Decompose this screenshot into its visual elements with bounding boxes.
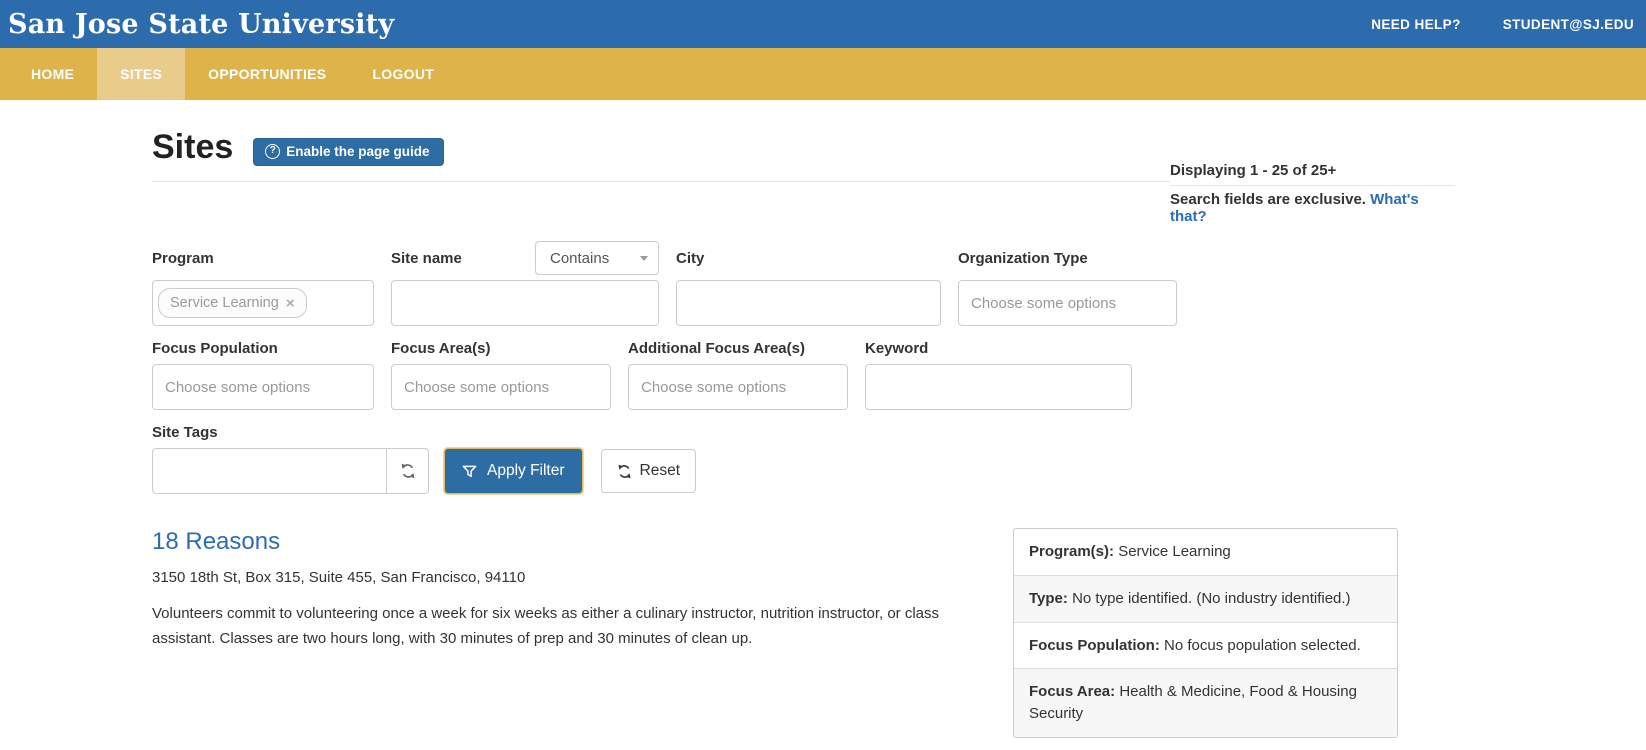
site-detail-card: Program(s): Service Learning Type: No ty… — [1013, 528, 1398, 738]
detail-label: Focus Area: — [1029, 683, 1115, 700]
page-title: Sites — [152, 128, 233, 167]
detail-row-programs: Program(s): Service Learning — [1014, 529, 1397, 575]
title-divider — [152, 181, 1170, 182]
reset-label: Reset — [640, 462, 681, 480]
site-filter-form: Program Service Learning × Site name Con… — [152, 241, 1455, 494]
focus-areas-multiselect[interactable]: Choose some options — [391, 364, 611, 410]
detail-row-focus-population: Focus Population: No focus population se… — [1014, 622, 1397, 669]
detail-value: No focus population selected. — [1164, 637, 1361, 654]
results-list: 18 Reasons 3150 18th St, Box 315, Suite … — [152, 528, 1455, 738]
nav-item-logout[interactable]: LOGOUT — [349, 48, 457, 100]
detail-value: No type identified. (No industry identif… — [1072, 590, 1350, 607]
site-tags-label: Site Tags — [152, 424, 1455, 441]
reset-button[interactable]: Reset — [601, 449, 697, 493]
need-help-link[interactable]: NEED HELP? — [1371, 17, 1461, 32]
program-label: Program — [152, 250, 214, 267]
nav-item-opportunities[interactable]: OPPORTUNITIES — [185, 48, 349, 100]
result-item: 18 Reasons 3150 18th St, Box 315, Suite … — [152, 528, 1013, 738]
remove-tag-icon[interactable]: × — [286, 296, 295, 311]
program-tag: Service Learning × — [158, 288, 307, 318]
account-email-link[interactable]: STUDENT@SJ.EDU — [1503, 17, 1634, 32]
site-name-match-select[interactable]: Contains — [535, 241, 659, 275]
detail-label: Type: — [1029, 590, 1068, 607]
enable-page-guide-button[interactable]: ? Enable the page guide — [253, 138, 443, 166]
filter-funnel-icon — [462, 464, 477, 479]
top-header-bar: San Jose State University NEED HELP? STU… — [0, 0, 1646, 48]
additional-focus-areas-multiselect[interactable]: Choose some options — [628, 364, 848, 410]
site-name-input[interactable] — [391, 280, 659, 326]
detail-row-focus-area: Focus Area: Health & Medicine, Food & Ho… — [1014, 668, 1397, 737]
city-label: City — [676, 250, 704, 267]
apply-filter-label: Apply Filter — [487, 462, 565, 480]
page-head: Sites ? Enable the page guide Displaying… — [152, 128, 1455, 225]
guide-button-label: Enable the page guide — [286, 144, 429, 159]
results-count-text: Displaying 1 - 25 of 25+ — [1170, 162, 1455, 179]
additional-focus-areas-label: Additional Focus Area(s) — [628, 340, 848, 357]
results-count-divider — [1170, 185, 1455, 186]
site-description: Volunteers commit to volunteering once a… — [152, 602, 981, 652]
program-tag-label: Service Learning — [170, 295, 279, 311]
exclusive-note-text: Search fields are exclusive. — [1170, 191, 1366, 208]
focus-areas-label: Focus Area(s) — [391, 340, 611, 357]
site-tags-group — [152, 448, 429, 494]
site-tags-refresh-button[interactable] — [387, 448, 429, 494]
reset-refresh-icon — [617, 464, 632, 479]
detail-value: Service Learning — [1118, 543, 1231, 560]
question-circle-icon: ? — [265, 144, 280, 159]
site-name-label: Site name — [391, 250, 462, 267]
caret-down-icon — [640, 256, 648, 261]
detail-label: Focus Population: — [1029, 637, 1160, 654]
nav-item-sites[interactable]: SITES — [97, 48, 185, 100]
top-links: NEED HELP? STUDENT@SJ.EDU — [1371, 17, 1634, 32]
main-navbar: HOME SITES OPPORTUNITIES LOGOUT — [0, 48, 1646, 100]
search-exclusive-note: Search fields are exclusive. What's that… — [1170, 191, 1455, 225]
focus-population-multiselect[interactable]: Choose some options — [152, 364, 374, 410]
nav-item-home[interactable]: HOME — [8, 48, 97, 100]
site-address: 3150 18th St, Box 315, Suite 455, San Fr… — [152, 569, 981, 586]
organization-type-label: Organization Type — [958, 250, 1088, 267]
site-name-link[interactable]: 18 Reasons — [152, 528, 981, 556]
page-content: Sites ? Enable the page guide Displaying… — [152, 100, 1455, 738]
page-head-right: Displaying 1 - 25 of 25+ Search fields a… — [1170, 128, 1455, 225]
refresh-icon — [400, 463, 416, 479]
focus-population-label: Focus Population — [152, 340, 374, 357]
detail-row-type: Type: No type identified. (No industry i… — [1014, 575, 1397, 622]
keyword-label: Keyword — [865, 340, 1132, 357]
site-name-match-value: Contains — [550, 250, 609, 267]
program-multiselect[interactable]: Service Learning × — [152, 280, 374, 326]
page-head-left: Sites ? Enable the page guide — [152, 128, 1170, 225]
city-input[interactable] — [676, 280, 941, 326]
detail-label: Program(s): — [1029, 543, 1114, 560]
apply-filter-button[interactable]: Apply Filter — [444, 448, 583, 494]
university-brand[interactable]: San Jose State University — [8, 9, 394, 40]
site-tags-input[interactable] — [152, 448, 387, 494]
keyword-input[interactable] — [865, 364, 1132, 410]
organization-type-multiselect[interactable]: Choose some options — [958, 280, 1177, 326]
